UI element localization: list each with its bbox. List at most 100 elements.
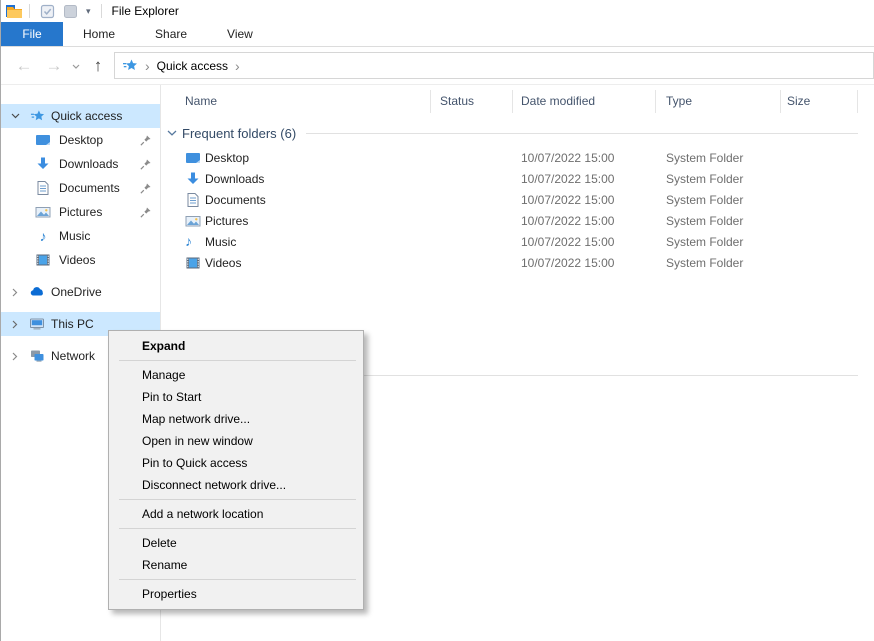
qat-new-folder-icon[interactable]: [62, 3, 79, 19]
file-explorer-window: ▾ File Explorer File Home Share View ← →…: [0, 0, 874, 641]
chevron-down-icon[interactable]: [9, 113, 21, 119]
menu-item-delete[interactable]: Delete: [109, 532, 363, 554]
group-rule: [306, 133, 858, 134]
tab-view[interactable]: View: [207, 22, 273, 46]
chevron-right-icon[interactable]: [9, 288, 21, 297]
sidebar-item-downloads[interactable]: Downloads: [1, 152, 160, 176]
sidebar-item-pictures[interactable]: Pictures: [1, 200, 160, 224]
file-row-documents[interactable]: Documents 10/07/2022 15:00 System Folder: [161, 190, 874, 211]
menu-item-rename[interactable]: Rename: [109, 554, 363, 576]
file-name: Videos: [205, 256, 241, 270]
menu-item-expand[interactable]: Expand: [109, 335, 363, 357]
tab-home[interactable]: Home: [63, 22, 135, 46]
sidebar-item-label: Music: [59, 229, 90, 243]
titlebar-divider: [29, 4, 30, 18]
tab-share[interactable]: Share: [135, 22, 207, 46]
quick-access-star-icon: [29, 108, 45, 124]
history-dropdown-icon[interactable]: [69, 47, 83, 85]
file-row-videos[interactable]: Videos 10/07/2022 15:00 System Folder: [161, 253, 874, 274]
chevron-down-icon[interactable]: [167, 130, 179, 136]
chevron-right-icon[interactable]: [9, 352, 21, 361]
pictures-icon: [35, 204, 51, 220]
column-header-size[interactable]: Size: [787, 94, 810, 108]
desktop-icon: [35, 132, 51, 148]
desktop-icon: [185, 150, 201, 166]
ribbon-tabs: File Home Share View: [1, 22, 874, 47]
menu-item-add-a-network-location[interactable]: Add a network location: [109, 503, 363, 525]
sidebar-item-documents[interactable]: Documents: [1, 176, 160, 200]
group-frequent-folders[interactable]: Frequent folders (6): [161, 124, 858, 142]
file-row-music[interactable]: ♪ Music 10/07/2022 15:00 System Folder: [161, 232, 874, 253]
file-date-modified: 10/07/2022 15:00: [521, 172, 614, 186]
quick-access-star-icon: [122, 58, 138, 74]
onedrive-cloud-icon: [29, 284, 45, 300]
file-row-pictures[interactable]: Pictures 10/07/2022 15:00 System Folder: [161, 211, 874, 232]
sidebar-item-videos[interactable]: Videos: [1, 248, 160, 272]
forward-icon[interactable]: →: [43, 47, 65, 85]
sidebar-item-label: Videos: [59, 253, 95, 267]
navigation-bar: ← → ↑ › Quick access ›: [1, 47, 874, 85]
file-date-modified: 10/07/2022 15:00: [521, 235, 614, 249]
menu-separator: [119, 579, 356, 580]
file-row-desktop[interactable]: Desktop 10/07/2022 15:00 System Folder: [161, 148, 874, 169]
sidebar-item-label: Network: [51, 349, 95, 363]
menu-item-pin-to-quick-access[interactable]: Pin to Quick access: [109, 452, 363, 474]
file-type: System Folder: [666, 235, 743, 249]
sidebar-item-label: Desktop: [59, 133, 103, 147]
address-bar[interactable]: › Quick access ›: [114, 52, 874, 79]
column-header-type[interactable]: Type: [666, 94, 692, 108]
menu-item-manage[interactable]: Manage: [109, 364, 363, 386]
column-header-status[interactable]: Status: [440, 94, 474, 108]
column-divider[interactable]: [857, 90, 858, 113]
breadcrumb-quick-access[interactable]: Quick access: [157, 59, 228, 73]
pin-icon: [139, 134, 152, 147]
documents-icon: [35, 180, 51, 196]
sidebar-item-label: This PC: [51, 317, 94, 331]
menu-item-disconnect-network-drive[interactable]: Disconnect network drive...: [109, 474, 363, 496]
sidebar-item-label: OneDrive: [51, 285, 102, 299]
menu-separator: [119, 528, 356, 529]
qat-dropdown-icon[interactable]: ▾: [86, 3, 91, 19]
column-header-name[interactable]: Name: [185, 94, 217, 108]
file-type: System Folder: [666, 193, 743, 207]
file-date-modified: 10/07/2022 15:00: [521, 151, 614, 165]
menu-item-pin-to-start[interactable]: Pin to Start: [109, 386, 363, 408]
chevron-right-icon[interactable]: [9, 320, 21, 329]
column-divider[interactable]: [780, 90, 781, 113]
column-header-date-modified[interactable]: Date modified: [521, 94, 595, 108]
file-row-downloads[interactable]: Downloads 10/07/2022 15:00 System Folder: [161, 169, 874, 190]
file-name: Pictures: [205, 214, 248, 228]
pictures-icon: [185, 213, 201, 229]
downloads-icon: [185, 171, 201, 187]
videos-icon: [35, 252, 51, 268]
breadcrumb-chevron-icon[interactable]: ›: [235, 58, 240, 74]
menu-separator: [119, 360, 356, 361]
sidebar-item-onedrive[interactable]: OneDrive: [1, 280, 160, 304]
menu-item-map-network-drive[interactable]: Map network drive...: [109, 408, 363, 430]
music-icon: ♪: [185, 234, 201, 250]
sidebar-item-desktop[interactable]: Desktop: [1, 128, 160, 152]
sidebar-item-music[interactable]: ♪ Music: [1, 224, 160, 248]
file-name: Music: [205, 235, 236, 249]
file-type: System Folder: [666, 256, 743, 270]
back-icon[interactable]: ←: [13, 47, 35, 85]
tab-file[interactable]: File: [1, 22, 63, 46]
videos-icon: [185, 255, 201, 271]
documents-icon: [185, 192, 201, 208]
breadcrumb-chevron-icon[interactable]: ›: [145, 58, 150, 74]
qat-properties-icon[interactable]: [39, 3, 56, 19]
column-divider[interactable]: [512, 90, 513, 113]
column-divider[interactable]: [655, 90, 656, 113]
menu-item-open-in-new-window[interactable]: Open in new window: [109, 430, 363, 452]
sidebar-item-label: Downloads: [59, 157, 118, 171]
sidebar-item-quick-access[interactable]: Quick access: [1, 104, 160, 128]
up-icon[interactable]: ↑: [87, 47, 109, 85]
sidebar-item-label: Pictures: [59, 205, 102, 219]
menu-item-properties[interactable]: Properties: [109, 583, 363, 605]
file-name: Documents: [205, 193, 266, 207]
group-label: Frequent folders (6): [182, 126, 296, 141]
file-date-modified: 10/07/2022 15:00: [521, 214, 614, 228]
column-divider[interactable]: [430, 90, 431, 113]
network-icon: [29, 348, 45, 364]
titlebar-divider: [101, 4, 102, 18]
